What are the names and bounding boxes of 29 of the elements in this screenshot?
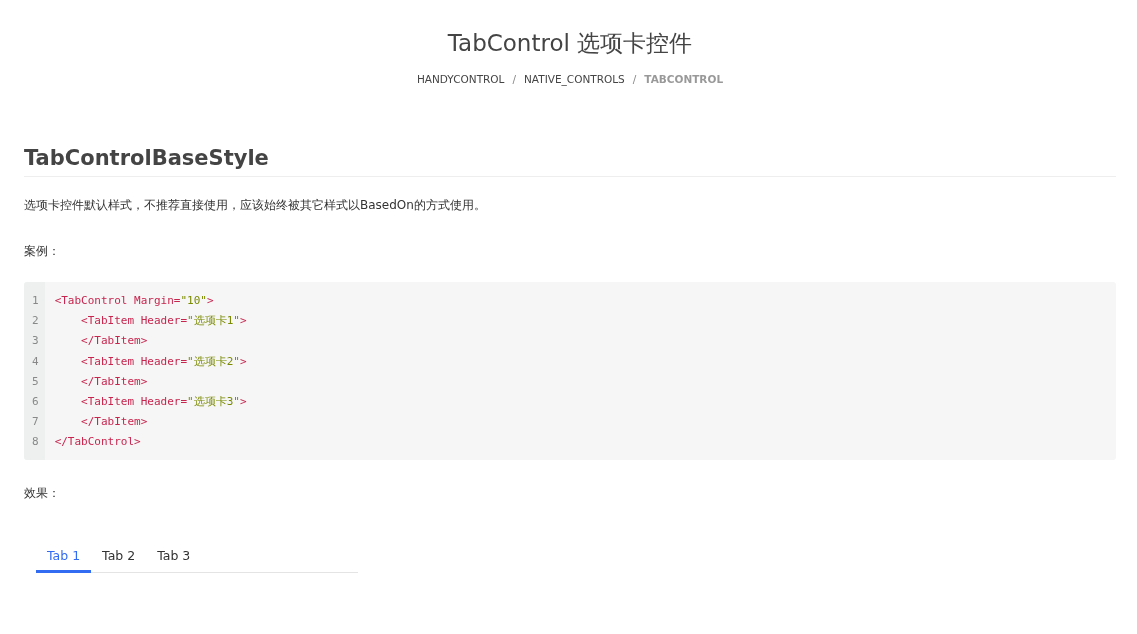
code-line: <TabItem Header="选项卡1">: [80, 314, 247, 328]
line-number: 5: [32, 373, 39, 390]
breadcrumb-item: TABCONTROL: [644, 73, 724, 85]
line-number: 8: [32, 434, 39, 451]
code-line: </TabItem>: [80, 415, 148, 429]
breadcrumb-separator: /: [632, 73, 637, 85]
code-line: <TabControl Margin="10">: [54, 294, 214, 307]
breadcrumb-item[interactable]: HANDYCONTROL: [416, 73, 505, 85]
tab[interactable]: Tab 3: [146, 541, 202, 573]
code-line: <TabItem Header="选项卡2">: [80, 354, 247, 368]
code-line: </TabItem>: [80, 334, 148, 348]
line-number: 6: [32, 394, 39, 410]
line-number: 7: [32, 414, 39, 431]
line-number: 4: [32, 353, 39, 370]
code-line: </TabItem>: [80, 374, 148, 388]
tab[interactable]: Tab 2: [91, 541, 147, 573]
line-number: 2: [32, 313, 39, 330]
line-number: 1: [32, 293, 39, 309]
breadcrumb-item[interactable]: NATIVE_CONTROLS: [524, 73, 625, 85]
result-label: 效果：: [24, 484, 61, 502]
code-line: </TabControl>: [54, 435, 141, 449]
section-heading: TabControlBaseStyle: [24, 144, 1116, 177]
code-line: <TabItem Header="选项卡3">: [80, 395, 247, 408]
line-number: 3: [32, 333, 39, 350]
page-title: TabControl 选项卡控件: [446, 29, 694, 58]
example-label: 案例：: [24, 243, 61, 260]
description-text: 选项卡控件默认样式，不推荐直接使用，应该始终被其它样式以BasedOn的方式使用。: [24, 197, 487, 214]
tab[interactable]: Tab 1: [36, 541, 92, 573]
breadcrumb-separator: /: [512, 73, 516, 85]
